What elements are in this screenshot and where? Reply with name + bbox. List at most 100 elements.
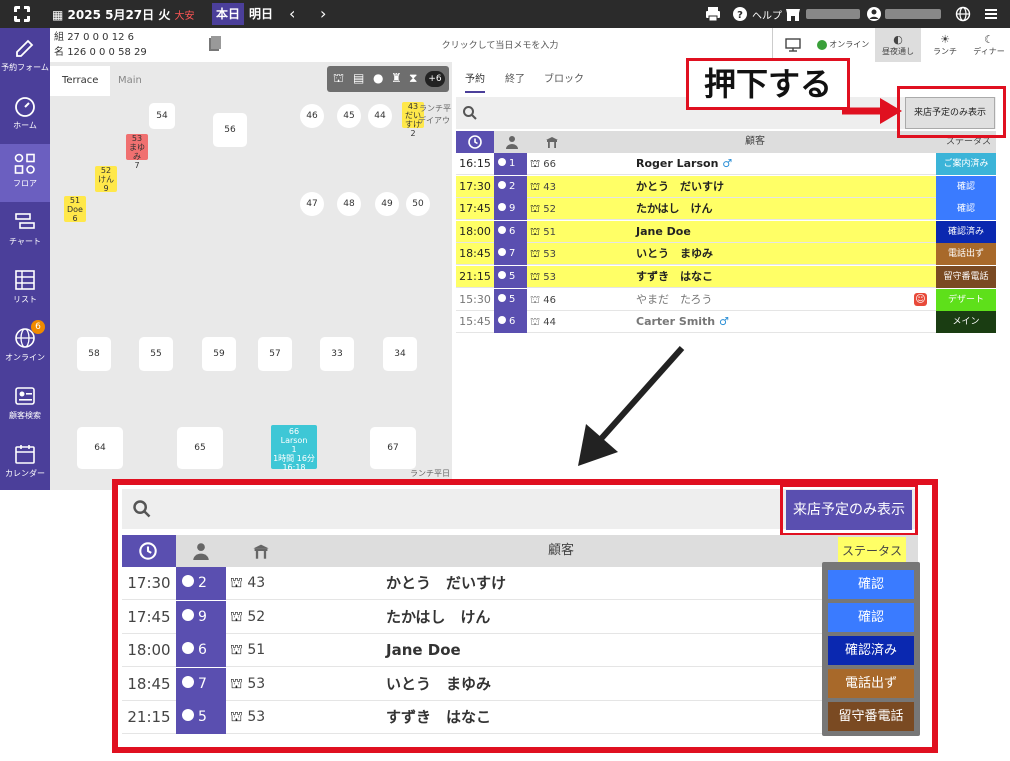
floor-table-51[interactable]: 51 Doe 6 <box>64 196 86 223</box>
zoom-reservation-row[interactable]: 17:30 2 ⛫ 43 かとう だいすけ <box>122 567 918 600</box>
prev-day-icon[interactable]: ‹ <box>289 3 295 25</box>
today-button[interactable]: 本日 <box>212 3 244 25</box>
reservation-row[interactable]: 21:15 5 ⛫ 53 すずき はなこ 留守番電話 <box>456 266 996 288</box>
floor-table-53[interactable]: 53 まゆみ 7 <box>126 134 148 170</box>
sidebar-item-calendar[interactable]: カレンダー <box>0 434 50 492</box>
floor-table-48[interactable]: 48 <box>340 195 358 213</box>
tab-finished[interactable]: 終了 <box>505 70 525 85</box>
zoom-status-badge[interactable]: 電話出ず <box>828 669 914 698</box>
help-label[interactable]: ヘルプ <box>752 7 782 22</box>
tab-main[interactable]: Main <box>106 66 154 96</box>
globe-language-icon[interactable] <box>954 5 972 23</box>
people-header-icon[interactable] <box>505 135 519 149</box>
reservation-row[interactable]: 18:45 7 ⛫ 53 いとう まゆみ 電話出ず <box>456 243 996 266</box>
status-badge[interactable]: 確認済み <box>936 220 996 243</box>
help-icon[interactable]: ? <box>731 5 749 23</box>
reservation-row[interactable]: 17:45 9 ⛫ 52 たかはし けん 確認 <box>456 198 996 221</box>
floor-table-55[interactable]: 55 <box>142 340 170 368</box>
zoom-customer-name[interactable]: すずき はなこ <box>386 701 491 734</box>
print-icon[interactable] <box>704 5 722 23</box>
zoom-time-header[interactable] <box>122 535 176 567</box>
customer-header[interactable]: 顧客 <box>745 131 765 153</box>
floor-table-52[interactable]: 52 けん 9 <box>95 166 117 193</box>
zoom-status-badge[interactable]: 留守番電話 <box>828 702 914 731</box>
current-date[interactable]: ▦ 2025 5月27日 火 大安 <box>52 6 195 23</box>
menu-icon[interactable] <box>982 5 1000 23</box>
customer-name[interactable]: かとう だいすけ <box>636 176 724 198</box>
customer-name[interactable]: Carter Smith ♂ <box>636 311 729 333</box>
status-badge[interactable]: 確認 <box>936 198 996 221</box>
floor-table-54[interactable]: 54 <box>152 106 172 126</box>
zoom-status-badge[interactable]: 確認 <box>828 603 914 632</box>
zoom-status-header[interactable]: ステータス <box>838 537 906 565</box>
customer-name[interactable]: やまだ たろう <box>636 289 712 311</box>
floor-table-33[interactable]: 33 <box>323 340 351 368</box>
hourglass-icon[interactable]: ⧗ <box>409 71 417 86</box>
customer-name[interactable]: Jane Doe <box>636 221 691 243</box>
sidebar-item-chart[interactable]: チャート <box>0 202 50 260</box>
sidebar-item-reservation-form[interactable]: 予約フォーム <box>0 28 50 86</box>
zoom-reservation-row[interactable]: 18:00 6 ⛫ 51 Jane Doe <box>122 634 918 667</box>
tab-all-day[interactable]: ◐ 昼夜通し <box>875 28 921 62</box>
memo-input[interactable]: クリックして当日メモを入力 <box>230 34 770 58</box>
time-header[interactable] <box>456 131 494 153</box>
status-badge[interactable]: 留守番電話 <box>936 266 996 288</box>
zoom-status-badge[interactable]: 確認済み <box>828 636 914 665</box>
zoom-reservation-row[interactable]: 18:45 7 ⛫ 53 いとう まゆみ <box>122 667 918 701</box>
monitor-button[interactable] <box>773 28 813 62</box>
zoom-table-header-icon[interactable] <box>252 542 270 560</box>
floor-table-66[interactable]: 66 Larson 1 1時間 16分 16:18 <box>271 425 317 472</box>
chair-icon[interactable]: ♜ <box>391 71 402 85</box>
sidebar-item-customer-search[interactable]: 顧客検索 <box>0 376 50 434</box>
zoom-people-header-icon[interactable] <box>192 542 210 560</box>
floor-table-44[interactable]: 44 <box>371 107 389 125</box>
floor-table-58[interactable]: 58 <box>80 340 108 368</box>
floor-table-50[interactable]: 50 <box>409 195 427 213</box>
floor-table-56[interactable]: 56 <box>216 116 244 144</box>
user-icon[interactable] <box>865 5 883 23</box>
customer-name[interactable]: いとう まゆみ <box>636 243 713 265</box>
customer-name[interactable]: Roger Larson ♂ <box>636 153 732 175</box>
reservation-row[interactable]: 17:30 2 ⛫ 43 かとう だいすけ 確認 <box>456 175 996 198</box>
floor-table-34[interactable]: 34 <box>386 340 414 368</box>
table-header-icon[interactable] <box>545 135 559 149</box>
reservation-row[interactable]: 15:30 5 ⛫ 46 やまだ たろう デザート ☺ <box>456 288 996 311</box>
tab-reservations[interactable]: 予約 <box>465 70 485 93</box>
zoom-status-badge[interactable]: 確認 <box>828 570 914 599</box>
floor-table-57[interactable]: 57 <box>261 340 289 368</box>
tomorrow-button[interactable]: 明日 <box>249 3 273 25</box>
sidebar-item-floor[interactable]: フロア <box>0 144 50 202</box>
zoom-customer-name[interactable]: Jane Doe <box>386 634 461 667</box>
tab-terrace[interactable]: Terrace <box>50 66 111 96</box>
store-icon[interactable] <box>784 5 802 23</box>
reservation-row[interactable]: 18:00 6 ⛫ 51 Jane Doe 確認済み <box>456 220 996 243</box>
table-icon[interactable]: ⛫ <box>333 71 344 87</box>
tab-dinner[interactable]: ☾ ディナー <box>967 28 1010 62</box>
tab-blocks[interactable]: ブロック <box>544 70 584 85</box>
tab-lunch[interactable]: ☀ ランチ <box>923 28 967 62</box>
status-badge[interactable]: 電話出ず <box>936 243 996 266</box>
reservation-row[interactable]: 15:45 6 ⛫ 44 Carter Smith ♂ メイン <box>456 311 996 334</box>
card-icon[interactable]: ▤ <box>353 71 364 85</box>
tab-online[interactable]: オンライン <box>813 28 873 62</box>
customer-name[interactable]: たかはし けん <box>636 198 713 220</box>
floor-table-47[interactable]: 47 <box>303 195 321 213</box>
status-badge[interactable]: 確認 <box>936 175 996 198</box>
zoom-customer-name[interactable]: かとう だいすけ <box>386 567 506 600</box>
reservation-row[interactable]: 16:15 1 ⛫ 66 Roger Larson ♂ ご案内済み <box>456 153 996 175</box>
sidebar-item-list[interactable]: リスト <box>0 260 50 318</box>
zoom-reservation-row[interactable]: 17:45 9 ⛫ 52 たかはし けん <box>122 600 918 634</box>
status-badge[interactable]: デザート <box>936 288 996 311</box>
floor-table-67[interactable]: 67 <box>373 430 413 466</box>
floor-table-46[interactable]: 46 <box>303 107 321 125</box>
zoom-arrival-filter-button[interactable]: 来店予定のみ表示 <box>786 490 912 530</box>
customer-name[interactable]: すずき はなこ <box>636 266 713 288</box>
more-badge[interactable]: +6 <box>425 71 445 87</box>
status-badge[interactable]: ご案内済み <box>936 153 996 175</box>
zoom-reservation-row[interactable]: 21:15 5 ⛫ 53 すずき はなこ <box>122 701 918 734</box>
next-day-icon[interactable]: › <box>320 3 326 25</box>
zoom-customer-name[interactable]: いとう まゆみ <box>386 668 491 701</box>
floor-table-65[interactable]: 65 <box>180 430 220 466</box>
status-badge[interactable]: メイン <box>936 311 996 334</box>
zoom-customer-header[interactable]: 顧客 <box>548 535 574 567</box>
